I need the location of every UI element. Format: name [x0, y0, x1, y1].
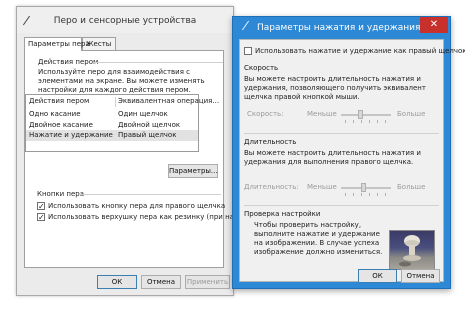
action-equivalent: Один щелчок	[118, 110, 168, 118]
group-divider	[244, 205, 439, 206]
pen-actions-list[interactable]: Действия пером Эквивалентная операция...…	[25, 94, 219, 152]
list-item-selected[interactable]: Нажатие и удержание Правый щелчок	[26, 130, 198, 141]
slider-tick	[385, 120, 386, 123]
duration-slider-caption: Длительность:	[244, 183, 299, 191]
action-name: Одно касание	[29, 110, 81, 118]
pen-icon	[241, 20, 250, 31]
press-hold-window: Параметры нажатия и удержания ✕ Использо…	[232, 16, 465, 289]
pen-actions-group-label: Действия пером	[38, 58, 99, 66]
duration-slider-thumb[interactable]	[361, 183, 366, 192]
column-header-equivalent[interactable]: Эквивалентная операция...	[118, 96, 219, 107]
pen-buttons-group-label: Кнопки пера	[37, 190, 85, 198]
action-name: Нажатие и удержание	[29, 131, 113, 139]
speed-min-label: Меньше	[307, 110, 337, 118]
column-header-action[interactable]: Действия пером	[29, 96, 89, 107]
pen-button-right-click-label[interactable]: Использовать кнопку пера для правого щел…	[48, 202, 225, 210]
slider-tick	[369, 120, 370, 123]
slider-tick	[377, 193, 378, 196]
group-divider	[80, 194, 221, 195]
group-divider	[244, 133, 439, 134]
close-icon: ✕	[429, 19, 439, 30]
pen-eraser-checkbox[interactable]: ✓	[37, 213, 45, 222]
speed-max-label: Больше	[397, 110, 426, 118]
close-button[interactable]: ✕	[420, 17, 448, 33]
pen-actions-description: Используйте перо для взаимодействия с эл…	[38, 68, 205, 94]
apply-button[interactable]: Применить	[185, 275, 230, 289]
slider-tick	[377, 120, 378, 123]
duration-group-label: Длительность	[244, 138, 297, 146]
title-bar[interactable]: Перо и сенсорные устройства	[17, 7, 233, 33]
duration-min-label: Меньше	[307, 183, 337, 191]
slider-tick	[369, 193, 370, 196]
slider-tick	[353, 120, 354, 123]
pen-eraser-label[interactable]: Использовать верхушку пера как резинку (…	[48, 213, 259, 221]
ok-button[interactable]: ОК	[358, 269, 397, 283]
press-hold-panel: Использовать нажатие и удержание как пра…	[239, 39, 465, 283]
column-separator[interactable]	[115, 97, 116, 107]
duration-description: Вы можете настроить длительность нажатия…	[244, 149, 421, 166]
list-header: Действия пером Эквивалентная операция...	[26, 96, 219, 107]
settings-button[interactable]: Параметры...	[168, 164, 218, 178]
window-title: Перо и сенсорные устройства	[53, 16, 197, 26]
speed-group-label: Скорость	[244, 64, 279, 72]
slider-tick	[361, 193, 362, 196]
ok-button[interactable]: ОК	[97, 275, 137, 289]
speed-slider-caption: Скорость:	[247, 110, 284, 118]
tab-pen-options[interactable]: Параметры пера	[24, 37, 90, 51]
duration-max-label: Больше	[397, 183, 426, 191]
cancel-button[interactable]: Отмена	[141, 275, 181, 289]
group-divider	[93, 62, 223, 63]
slider-tick	[361, 120, 362, 123]
enable-press-hold-label[interactable]: Использовать нажатие и удержание как пра…	[255, 47, 465, 55]
window-title: Параметры нажатия и удержания	[257, 23, 421, 33]
test-group-label: Проверка настройки	[244, 210, 321, 218]
list-item[interactable]: Одно касание Один щелчок	[26, 109, 198, 120]
enable-press-hold-checkbox[interactable]	[244, 47, 252, 55]
test-image-graphic	[399, 235, 421, 267]
slider-tick	[353, 193, 354, 196]
cancel-button[interactable]: Отмена	[401, 269, 440, 283]
speed-slider-track[interactable]	[341, 114, 391, 116]
action-equivalent: Правый щелчок	[118, 131, 177, 139]
test-image[interactable]	[389, 230, 435, 270]
duration-slider-track[interactable]	[341, 187, 391, 189]
pen-button-right-click-checkbox[interactable]: ✓	[37, 202, 45, 211]
slider-tick	[345, 120, 346, 123]
slider-tick	[385, 193, 386, 196]
speed-description: Вы можете настроить длительность нажатия…	[244, 75, 426, 101]
speed-slider-thumb[interactable]	[358, 110, 363, 119]
test-description: Чтобы проверить настройку, выполните наж…	[254, 221, 383, 256]
slider-tick	[345, 193, 346, 196]
